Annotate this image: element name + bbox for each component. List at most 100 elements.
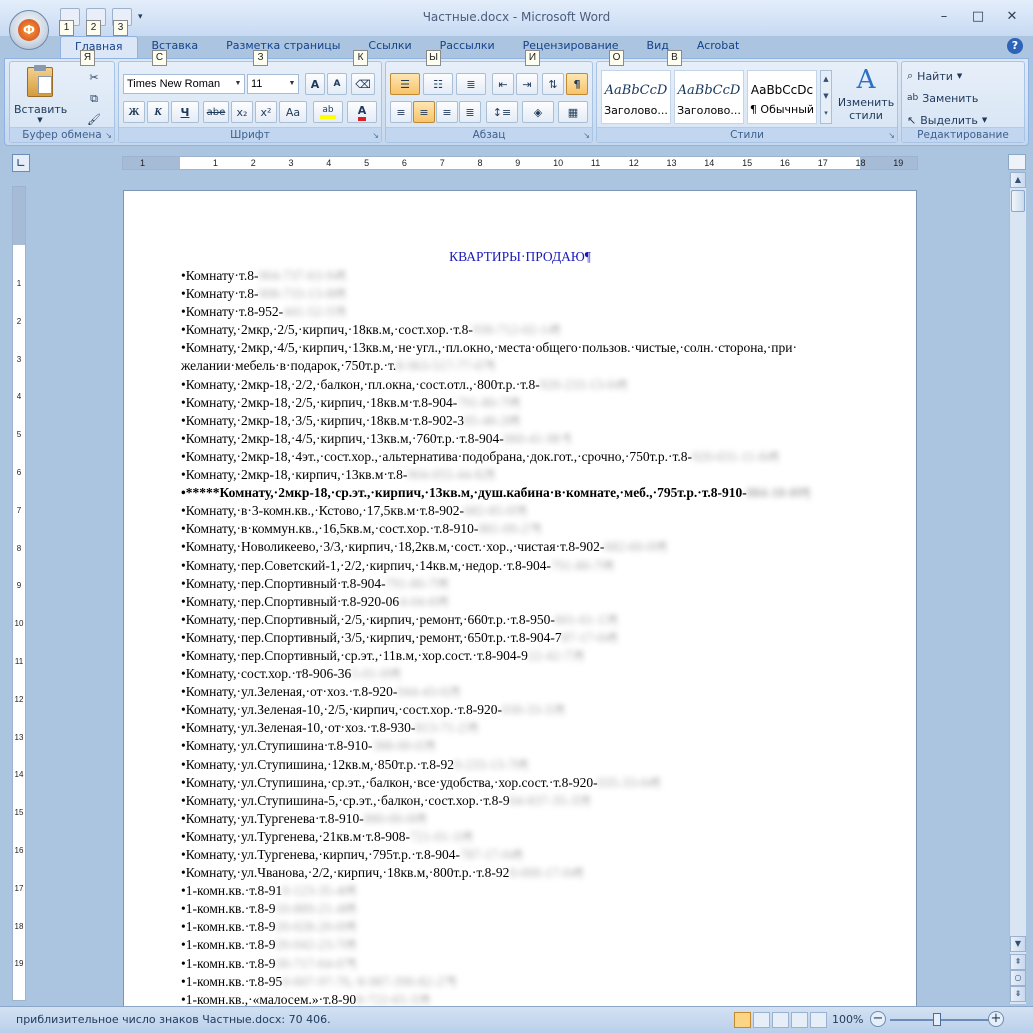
clear-format-icon[interactable]: ⌫	[351, 73, 375, 95]
paste-button[interactable]: Вставить ▼	[14, 64, 67, 128]
style-normal[interactable]: AaBbCcDc ¶ Обычный	[747, 70, 817, 124]
document-page[interactable]: КВАРТИРЫ·ПРОДАЮ¶ •Комнату·т.8-904-737-63…	[123, 190, 917, 1010]
line-text: •Комнату,·ул.Тургенева,·кирпич,·795т.р.·…	[181, 847, 460, 862]
redacted-phone: 22-42-73¶	[527, 647, 584, 663]
ruler-number: 19	[893, 158, 904, 168]
style-heading1[interactable]: AaBbCcD Заголово...	[601, 70, 671, 124]
multilevel-list-icon[interactable]: ≣	[456, 73, 486, 95]
vertical-ruler[interactable]: 1 2 3 4 5 6 7 8 9 10 11 12 13 14 15 16 17 18 19	[12, 186, 26, 1001]
keytip: О	[609, 50, 624, 66]
line-text: •Комнату,·в·3-комн.кв.,·Кстово,·17,5кв.м…	[181, 503, 465, 519]
scroll-thumb[interactable]	[1011, 190, 1025, 212]
increase-indent-icon[interactable]: ⇥	[516, 73, 538, 95]
line-text: •Комнату,·пер.Спортивный,·2/5,·кирпич,·р…	[181, 611, 555, 627]
vertical-scrollbar[interactable]: ▲ ▼ ⇞ ○ ⇟	[1009, 172, 1026, 1004]
subscript-button[interactable]: x₂	[231, 101, 253, 123]
show-formatting-button[interactable]: ¶	[566, 73, 588, 95]
next-page-icon[interactable]: ⇟	[1010, 986, 1026, 1002]
keytip: И	[525, 50, 540, 66]
draft-icon[interactable]	[810, 1012, 827, 1028]
tab-page-layout[interactable]: Разметка страницы	[212, 36, 354, 58]
web-layout-icon[interactable]	[772, 1012, 789, 1028]
cut-icon[interactable]: ✂	[84, 66, 104, 88]
line-text: •Комнату,·ул.Тургенева·т.8-910-	[181, 810, 364, 826]
grow-font-button[interactable]: A	[305, 73, 325, 95]
prev-page-icon[interactable]: ⇞	[1010, 954, 1026, 970]
shading-icon[interactable]: ◈	[522, 101, 554, 123]
line-text: •Комнату·т.8-	[181, 286, 259, 302]
line-text: •Комнату,·пер.Советский-1,·2/2,·кирпич,·…	[181, 557, 552, 573]
dialog-launcher-icon[interactable]: ↘	[105, 131, 112, 140]
numbering-icon[interactable]: ☷	[423, 73, 453, 95]
binoculars-icon: ⌕	[907, 69, 914, 82]
italic-button[interactable]: К	[147, 101, 169, 123]
line-text: •Комнату,·2мкр-18,·2/5,·кирпич,·18кв.м·т…	[181, 394, 458, 410]
dialog-launcher-icon[interactable]: ↘	[583, 131, 590, 140]
view-ruler-icon[interactable]	[1008, 154, 1026, 170]
strikethrough-button[interactable]: abe	[203, 101, 229, 123]
dialog-launcher-icon[interactable]: ↘	[888, 131, 895, 140]
bullets-icon[interactable]: ☰	[390, 73, 420, 95]
line-text: •Комнату,·2мкр-18,·3/5,·кирпич,·18кв.м·т…	[181, 412, 465, 428]
shrink-font-button[interactable]: A	[327, 73, 347, 95]
font-family-select[interactable]: Times New Roman ▼	[123, 74, 245, 94]
outline-icon[interactable]	[791, 1012, 808, 1028]
zoom-out-button[interactable]: −	[870, 1011, 886, 1027]
superscript-button[interactable]: x²	[255, 101, 277, 123]
replace-button[interactable]: ab Заменить	[906, 87, 1006, 109]
full-screen-reading-icon[interactable]	[753, 1012, 770, 1028]
line-text: •Комнату,·пер.Спортивный,·ср.эт.,·11в.м,…	[181, 647, 528, 663]
highlight-icon[interactable]: ab	[313, 101, 343, 123]
zoom-level[interactable]: 100%	[832, 1013, 863, 1026]
zoom-in-button[interactable]: +	[988, 1011, 1004, 1027]
keytip: В	[667, 50, 682, 66]
print-layout-icon[interactable]	[734, 1012, 751, 1028]
line-text: •Комнату,·ул.Зеленая-10,·2/5,·кирпич,·со…	[181, 702, 502, 718]
tab-home[interactable]: Главная	[60, 36, 138, 58]
tab-acrobat[interactable]: Acrobat	[683, 36, 753, 58]
tab-selector-icon[interactable]: ∟	[12, 154, 30, 172]
office-button[interactable]: Ф	[9, 10, 49, 50]
font-size-select[interactable]: 11 ▼	[247, 74, 299, 94]
zoom-slider-thumb[interactable]	[933, 1013, 941, 1026]
browse-object-icon[interactable]: ○	[1010, 970, 1026, 986]
change-case-button[interactable]: Aa	[279, 101, 307, 123]
font-group: Times New Roman ▼ 11 ▼ A A ⌫ Ж К Ч abe x₂ …	[118, 61, 382, 143]
underline-button[interactable]: Ч	[171, 101, 199, 123]
sort-icon[interactable]: ⇅	[542, 73, 564, 95]
line-text: •Комнату,·Новоликеево,·3/3,·кирпич,·18,2…	[181, 539, 605, 555]
copy-icon[interactable]: ⧉	[84, 88, 104, 110]
align-center-icon[interactable]: ≡	[413, 101, 435, 123]
ruler-number: 4	[16, 392, 22, 402]
line-text: •*****Комнату,·2мкр-18,·ср.эт.,·кирпич,·…	[181, 485, 747, 501]
maximize-button[interactable]: □	[963, 6, 993, 28]
scroll-down-icon[interactable]: ▼	[1010, 936, 1026, 952]
keytip: С	[152, 50, 167, 66]
change-styles-button[interactable]: A Изменить стили	[837, 64, 895, 128]
align-right-icon[interactable]: ≡	[436, 101, 458, 123]
bold-button[interactable]: Ж	[123, 101, 145, 123]
keytip: 1	[59, 20, 74, 36]
dialog-launcher-icon[interactable]: ↘	[372, 131, 379, 140]
find-button[interactable]: ⌕ Найти ▼	[906, 65, 1006, 87]
font-color-button[interactable]: A	[347, 101, 377, 123]
close-button[interactable]: ✕	[997, 6, 1027, 28]
help-icon[interactable]: ?	[1007, 38, 1023, 54]
align-left-icon[interactable]: ≡	[390, 101, 412, 123]
ruler-number: 13	[14, 732, 24, 742]
scroll-up-icon[interactable]: ▲	[1010, 172, 1026, 188]
ruler-number: 1	[212, 158, 218, 168]
list-item: •Комнату,·ул.Ступишина,·ср.эт.,·балкон,·…	[181, 774, 851, 792]
justify-icon[interactable]: ≣	[459, 101, 481, 123]
borders-icon[interactable]: ▦	[558, 101, 588, 123]
change-styles-icon: A	[856, 65, 876, 95]
list-item: •Комнату,·в·3-комн.кв.,·Кстово,·17,5кв.м…	[181, 502, 851, 520]
tab-insert[interactable]: Вставка	[138, 36, 213, 58]
list-item: •Комнату,·ул.Зеленая-10,·2/5,·кирпич,·со…	[181, 701, 851, 719]
horizontal-ruler[interactable]: 1 1 2 3 4 5 6 7 8 9 10 11 12 13 14 15 16 17 18 19	[122, 156, 918, 170]
decrease-indent-icon[interactable]: ⇤	[492, 73, 514, 95]
line-spacing-icon[interactable]: ↕≡	[486, 101, 518, 123]
style-heading2[interactable]: AaBbCcD Заголово...	[674, 70, 744, 124]
minimize-button[interactable]: –	[929, 6, 959, 28]
styles-scroll[interactable]: ▲ ▼ ▾	[820, 70, 832, 124]
